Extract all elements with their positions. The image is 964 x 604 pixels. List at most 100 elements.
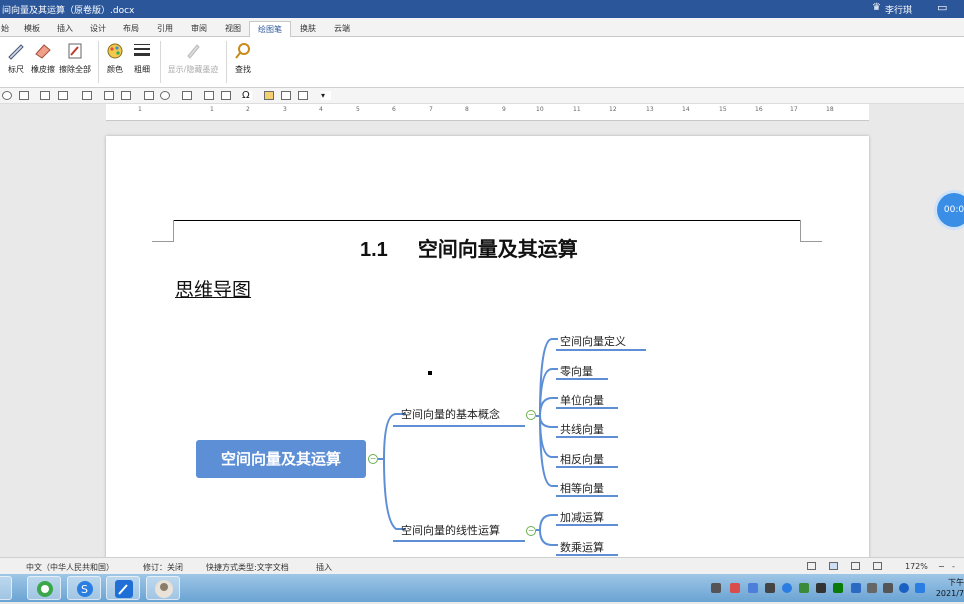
search-button[interactable]: 查找	[232, 41, 254, 85]
tab-draw-pen[interactable]: 绘图笔	[249, 21, 291, 38]
zoom-level[interactable]: 172%	[905, 562, 928, 571]
mindmap-root[interactable]: 空间向量及其运算	[196, 440, 366, 478]
page-view-icon[interactable]	[829, 562, 838, 570]
leaf-underline	[556, 466, 618, 468]
grid-icon[interactable]	[144, 91, 154, 100]
tray-icon[interactable]	[782, 583, 792, 593]
volume-icon[interactable]	[883, 583, 893, 593]
file-explorer-icon[interactable]	[0, 576, 12, 600]
mindmap-leaf[interactable]: 零向量	[560, 363, 593, 379]
tray-icon[interactable]	[765, 583, 775, 593]
tray-icon[interactable]	[799, 583, 809, 593]
recording-timer[interactable]: 00:0	[937, 193, 964, 227]
print-icon[interactable]	[40, 91, 50, 100]
link-icon[interactable]	[204, 91, 214, 100]
outline-view-icon[interactable]	[873, 562, 882, 570]
eraser-button[interactable]: 橡皮擦	[30, 41, 56, 85]
picture-icon[interactable]	[104, 91, 114, 100]
collapse-icon[interactable]: −	[526, 410, 536, 420]
eraser-icon	[35, 44, 51, 59]
leaf-underline	[556, 407, 618, 409]
bluetooth-icon[interactable]	[899, 583, 909, 593]
user-name[interactable]: 李行琪	[885, 3, 912, 16]
tab-skin[interactable]: 换肤	[300, 23, 316, 34]
color-button[interactable]: 颜色	[104, 41, 126, 85]
chart-icon[interactable]	[182, 91, 192, 100]
mindmap-leaf[interactable]: 加减运算	[560, 509, 604, 525]
save-icon[interactable]	[19, 91, 29, 100]
branch-underline	[393, 425, 525, 427]
collapse-icon[interactable]: −	[526, 526, 536, 536]
web-view-icon[interactable]	[851, 562, 860, 570]
minimize-icon[interactable]: ▭	[937, 1, 947, 14]
connector-branch2	[383, 458, 406, 530]
system-clock[interactable]: 下午 2021/7	[934, 577, 964, 599]
zoom-out-icon[interactable]: −	[938, 562, 945, 571]
collapse-icon[interactable]: −	[368, 454, 378, 464]
tab-template[interactable]: 模板	[24, 23, 40, 34]
toggle-ink-button[interactable]: 显示/隐藏墨迹	[164, 41, 222, 85]
window-title: 间向量及其运算（原卷版）.docx	[2, 6, 135, 16]
calendar-icon[interactable]	[298, 91, 308, 100]
insert-mode-status[interactable]: 插入	[316, 562, 332, 573]
columns-icon[interactable]	[281, 91, 291, 100]
tab-references[interactable]: 引用	[157, 23, 173, 34]
tab-view[interactable]: 视图	[225, 23, 241, 34]
focus-view-icon[interactable]	[807, 562, 816, 570]
zoom-in-icon[interactable]: -	[952, 562, 955, 571]
tab-insert[interactable]: 插入	[57, 23, 73, 34]
horizontal-ruler[interactable]: 1 1 2 3 4 5 6 7 8 9 10 11 12 13 14 15 16…	[106, 104, 869, 121]
document-page[interactable]: 1.1 空间向量及其运算 思维导图 空间向量及其运算 − 空间向量的基本概念 − …	[106, 136, 869, 557]
document-area[interactable]: 1.1 空间向量及其运算 思维导图 空间向量及其运算 − 空间向量的基本概念 − …	[0, 121, 964, 557]
mindmap-leaf[interactable]: 数乘运算	[560, 539, 604, 555]
ruler-button[interactable]: 标尺	[4, 41, 28, 85]
pointer-icon[interactable]	[58, 91, 68, 100]
tab-layout[interactable]: 布局	[123, 23, 139, 34]
mindmap-leaf[interactable]: 共线向量	[560, 421, 604, 437]
clear-all-button[interactable]: 擦除全部	[58, 41, 92, 85]
tray-icon[interactable]	[816, 583, 826, 593]
field-icon[interactable]	[221, 91, 231, 100]
ribbon-tabs: 始 模板 插入 设计 布局 引用 审阅 视图 绘图笔 换肤 云端	[0, 18, 964, 38]
ruler-mark: 5	[356, 106, 360, 113]
table-icon[interactable]	[82, 91, 92, 100]
connector-leaf	[536, 514, 558, 531]
shape-icon[interactable]	[121, 91, 131, 100]
language-status[interactable]: 中文（中华人民共和国）	[26, 562, 114, 573]
title-bar: 间向量及其运算（原卷版）.docx ♛ 李行琪 ▭	[0, 0, 964, 18]
photo-app-icon[interactable]	[146, 576, 180, 600]
search-icon	[235, 43, 250, 59]
tab-design[interactable]: 设计	[90, 23, 106, 34]
ruler-mark: 15	[719, 106, 727, 113]
omega-icon[interactable]: Ω	[242, 91, 252, 101]
mindmap-leaf[interactable]: 单位向量	[560, 392, 604, 408]
mindmap-branch[interactable]: 空间向量的基本概念	[401, 406, 500, 422]
tab-cloud[interactable]: 云端	[334, 23, 350, 34]
mindmap-leaf[interactable]: 空间向量定义	[560, 333, 626, 349]
redo-icon[interactable]	[2, 91, 12, 100]
ribbon-toolbar: 标尺 橡皮擦 擦除全部 颜色 粗细 显示/隐藏墨迹 查找	[0, 37, 964, 88]
taskbar: S 下午 2021/7	[0, 574, 964, 602]
mindmap-leaf[interactable]: 相反向量	[560, 451, 604, 467]
more-icon[interactable]: ▾	[321, 91, 331, 100]
svg-text:S: S	[81, 583, 88, 596]
tray-icon[interactable]	[711, 583, 721, 593]
tab-review[interactable]: 审阅	[191, 23, 207, 34]
tray-icon[interactable]	[851, 583, 861, 593]
tray-icon[interactable]	[915, 583, 925, 593]
network-icon[interactable]	[867, 583, 877, 593]
browser-icon[interactable]	[27, 576, 61, 600]
thickness-button[interactable]: 粗细	[131, 41, 153, 85]
sogou-icon[interactable]: S	[67, 576, 101, 600]
tab-start[interactable]: 始	[1, 23, 9, 34]
revision-status[interactable]: 修订：关闭	[143, 562, 183, 573]
editor-icon[interactable]	[106, 576, 140, 600]
comment-icon[interactable]	[264, 91, 274, 100]
tray-icon[interactable]	[833, 583, 843, 593]
mindmap-leaf[interactable]: 相等向量	[560, 480, 604, 496]
mindmap-branch[interactable]: 空间向量的线性运算	[401, 522, 500, 538]
tray-icon[interactable]	[730, 583, 740, 593]
refresh-icon[interactable]	[160, 91, 170, 100]
connector-leaf	[539, 529, 558, 546]
tray-icon[interactable]	[748, 583, 758, 593]
